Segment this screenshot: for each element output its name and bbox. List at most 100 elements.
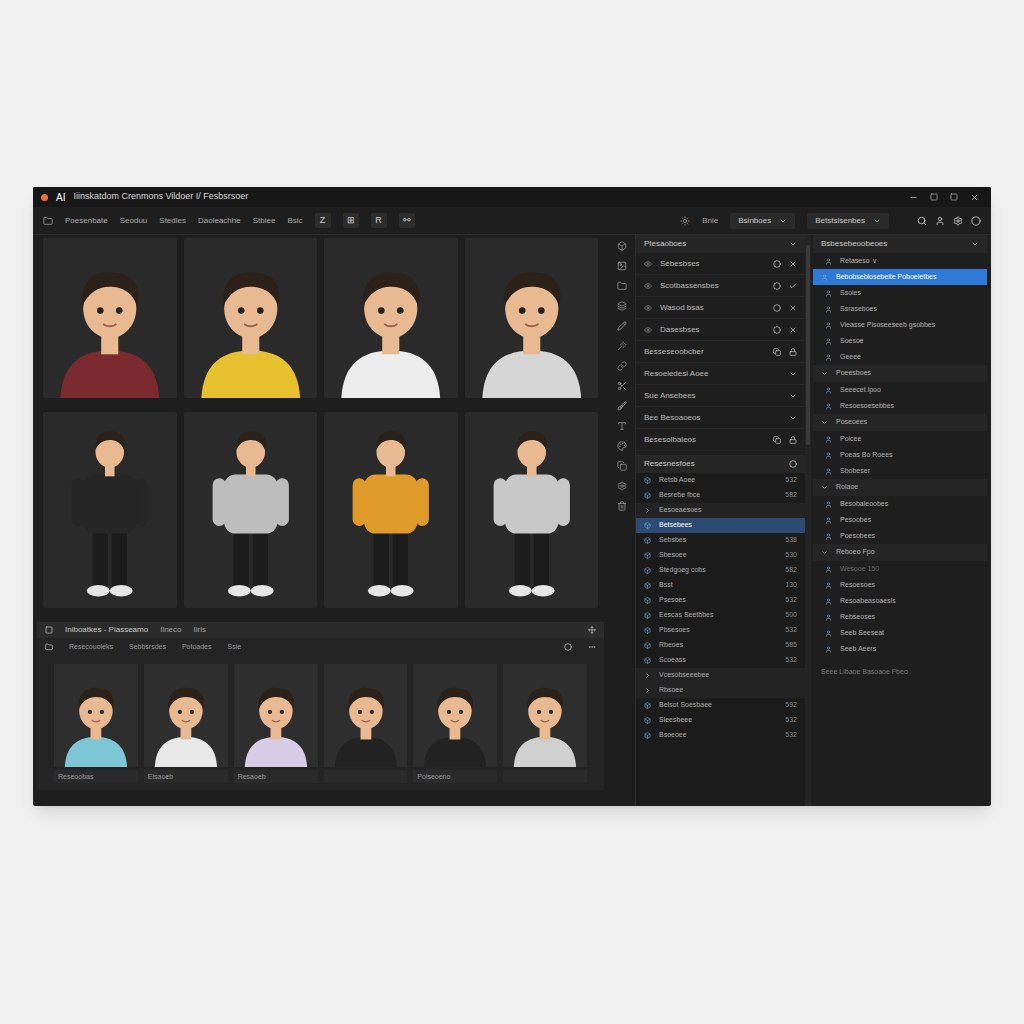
layer-row[interactable]: Eescas Seetbbes500 [636, 608, 805, 623]
property-row[interactable]: Resoeledesi Aoee [636, 363, 805, 385]
tool-icon[interactable] [617, 281, 627, 291]
menu-item[interactable]: Stedles [159, 215, 186, 227]
tool-icon[interactable] [617, 481, 627, 491]
property-row[interactable]: Besseseoobcber [636, 341, 805, 363]
lock-icon[interactable] [789, 436, 797, 444]
layer-section[interactable]: Eesoeaesoes [636, 503, 805, 518]
layer-row[interactable]: Psesoes532 [636, 593, 805, 608]
property-row[interactable]: Besesolbaleos [636, 429, 805, 451]
x-icon[interactable] [789, 260, 797, 268]
chevron-down-icon[interactable] [789, 392, 797, 400]
property-row[interactable]: Scotbassensbes [636, 275, 805, 297]
property-row[interactable]: Sebesbses [636, 253, 805, 275]
outline-section[interactable]: Poseoees [813, 414, 987, 431]
outline-row[interactable]: Rebseoses [813, 609, 987, 625]
layer-section[interactable]: Vcesobseeebee [636, 668, 805, 683]
property-row[interactable]: Bee Besoaoeos [636, 407, 805, 429]
close-icon[interactable] [970, 193, 979, 202]
outline-row[interactable]: Resoesoesebbes [813, 398, 987, 414]
outline-row[interactable]: Seeb Seeseat [813, 625, 987, 641]
outline-row[interactable]: Sbobeser [813, 463, 987, 479]
outline-row[interactable]: Poicee [813, 431, 987, 447]
search-icon[interactable] [917, 216, 927, 226]
maximize-icon[interactable] [950, 193, 958, 201]
menu-item[interactable]: Daoleachhe [198, 215, 241, 227]
library-item[interactable]: Reseoobas [54, 664, 138, 783]
library-item[interactable] [503, 664, 587, 783]
layer-row[interactable]: Betsebees [636, 518, 805, 533]
layer-row[interactable]: Sebsbes538 [636, 533, 805, 548]
tool-icon[interactable] [617, 261, 627, 271]
outline-row[interactable]: Ssoies [813, 285, 987, 301]
outline-row[interactable]: Poeas Bo Roees [813, 447, 987, 463]
toolbar-dropdown[interactable]: Bsinboes [730, 213, 795, 229]
circle-icon[interactable] [773, 282, 781, 290]
lock-icon[interactable] [789, 348, 797, 356]
outline-row[interactable]: Seeecet.lpoo [813, 382, 987, 398]
library-filter[interactable]: Sebbsrsdes [129, 642, 166, 653]
layer-row[interactable]: Sbesoee530 [636, 548, 805, 563]
avatar-card[interactable] [465, 238, 599, 398]
outline-row[interactable]: Resoabeasoaesls [813, 593, 987, 609]
tool-icon[interactable] [617, 321, 627, 331]
tool-button[interactable]: R [371, 213, 387, 229]
avatar-card[interactable] [324, 238, 458, 398]
light-icon[interactable] [680, 216, 690, 226]
property-row[interactable]: Wasod bsas [636, 297, 805, 319]
user-icon[interactable] [935, 216, 945, 226]
minimize-icon[interactable] [909, 193, 918, 202]
avatar-card[interactable] [465, 412, 599, 608]
library-tab[interactable]: Iirls [194, 624, 206, 636]
layer-row[interactable]: Stedgoeg cobs582 [636, 563, 805, 578]
tool-icon[interactable] [617, 381, 627, 391]
outline-row[interactable]: Geeee [813, 349, 987, 365]
check-icon[interactable] [789, 282, 797, 290]
copy-icon[interactable] [773, 348, 781, 356]
tool-icon[interactable] [617, 461, 627, 471]
chevron-down-icon[interactable] [789, 414, 797, 422]
status-icon[interactable] [971, 216, 981, 226]
chevron-down-icon[interactable] [789, 370, 797, 378]
outline-row[interactable]: Soesoe [813, 333, 987, 349]
layer-row[interactable]: Bsoeoee532 [636, 728, 805, 743]
outline-row[interactable]: Vieasse Pisoseeseeb gsobbes [813, 317, 987, 333]
outline-section[interactable]: Reboeo Fpo [813, 544, 987, 561]
menu-item[interactable]: Stbiee [253, 215, 276, 227]
layer-row[interactable]: Pbsesoes532 [636, 623, 805, 638]
layer-row[interactable]: Retsb Aoee532 [636, 473, 805, 488]
tool-icon[interactable] [617, 301, 627, 311]
outline-row[interactable]: Ssraseboes [813, 301, 987, 317]
settings-icon[interactable] [953, 216, 963, 226]
circle-icon[interactable] [773, 260, 781, 268]
tool-icon[interactable] [617, 341, 627, 351]
expand-icon[interactable] [588, 626, 596, 634]
avatar-card[interactable] [184, 238, 318, 398]
outline-section[interactable]: Rolaoe [813, 479, 987, 496]
outline-row[interactable]: Poesobees [813, 528, 987, 544]
avatar-card[interactable] [43, 238, 177, 398]
layer-row[interactable]: Rbeoes585 [636, 638, 805, 653]
menu-item[interactable]: Bsic [287, 215, 302, 227]
circle-icon[interactable] [773, 304, 781, 312]
outline-section[interactable]: Poeesboes [813, 365, 987, 382]
tool-button[interactable]: Z [315, 213, 331, 229]
folder-icon[interactable] [45, 643, 53, 651]
x-icon[interactable] [789, 326, 797, 334]
outline-row[interactable]: Resoesoes [813, 577, 987, 593]
tool-icon[interactable] [617, 361, 627, 371]
outline-row[interactable]: Seeb Aeers [813, 641, 987, 657]
menu-item[interactable]: Poesenbate [65, 215, 108, 227]
tool-icon[interactable] [617, 441, 627, 451]
library-item[interactable]: Eisaoeb [144, 664, 228, 783]
layer-row[interactable]: Besrebe fbce582 [636, 488, 805, 503]
tool-button[interactable]: ⊞ [343, 213, 359, 229]
menu-item[interactable]: Seoduu [120, 215, 148, 227]
restore-icon[interactable] [930, 193, 938, 201]
library-item[interactable]: Poiseoeno [413, 664, 497, 783]
folder-icon[interactable] [43, 216, 53, 226]
avatar-card[interactable] [324, 412, 458, 608]
library-filter[interactable]: Potoades [182, 642, 212, 653]
tool-icon[interactable] [617, 501, 627, 511]
circle-icon[interactable] [789, 460, 797, 468]
outline-row[interactable]: Wesooe 150 [813, 561, 987, 577]
